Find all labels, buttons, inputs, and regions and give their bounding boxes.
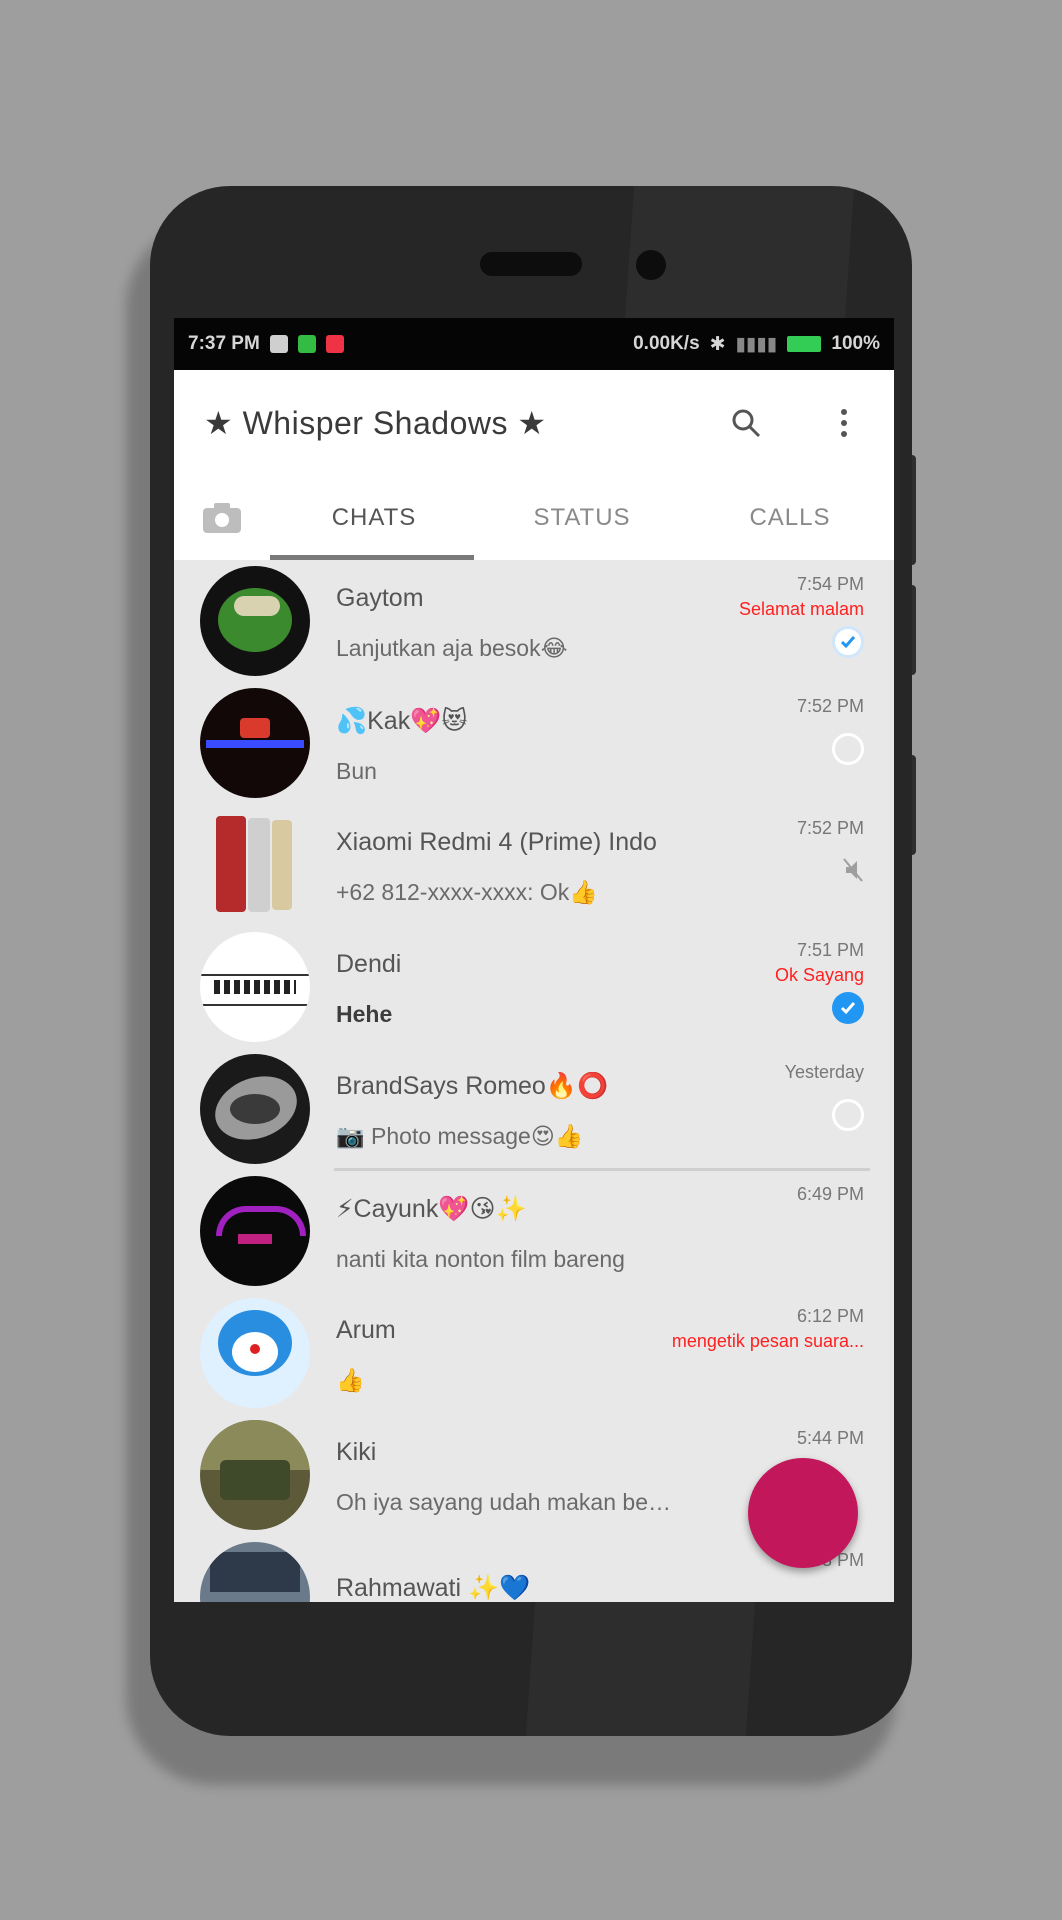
avatar bbox=[200, 932, 310, 1042]
chat-typing-text: Ok Sayang bbox=[774, 965, 864, 985]
chat-time: 7:52 PM bbox=[796, 696, 864, 716]
chat-name: Rahmawati ✨💙 bbox=[336, 1573, 531, 1602]
tab-calls[interactable]: CALLS bbox=[686, 504, 894, 532]
chat-typing-text: Selamat malam bbox=[738, 599, 864, 619]
chat-typing-text: mengetik pesan suara... bbox=[671, 1331, 864, 1351]
chat-name: Kiki bbox=[336, 1438, 377, 1466]
notification-icon-green bbox=[297, 335, 316, 353]
tab-bar: CHATS STATUS CALLS bbox=[174, 476, 894, 560]
chat-name: Gaytom bbox=[336, 584, 424, 612]
status-bar: 7:37 PM 0.00K/s ✱ ▮▮▮▮ 100% bbox=[174, 318, 894, 370]
front-camera bbox=[636, 250, 666, 280]
chat-row[interactable]: Xiaomi Redmi 4 (Prime) Indo +62 812-xxxx… bbox=[174, 804, 894, 926]
avatar bbox=[200, 810, 310, 920]
chat-message: Bun bbox=[336, 757, 377, 784]
chat-row[interactable]: 💦Kak💖😻 Bun 7:52 PM bbox=[174, 682, 894, 804]
screen: 7:37 PM 0.00K/s ✱ ▮▮▮▮ 100% ★ Whisper Sh… bbox=[174, 318, 894, 1602]
chat-name: Xiaomi Redmi 4 (Prime) Indo bbox=[336, 828, 657, 856]
check-badge-icon bbox=[832, 626, 864, 658]
network-speed: 0.00K/s bbox=[633, 333, 700, 354]
camera-icon bbox=[203, 503, 241, 533]
chat-message: +62 812-xxxx-xxxx: Ok👍 bbox=[336, 879, 598, 905]
chat-time: Yesterday bbox=[784, 1062, 864, 1082]
avatar bbox=[200, 688, 310, 798]
earpiece-speaker bbox=[480, 252, 582, 276]
notification-icon bbox=[269, 335, 288, 353]
chat-name: 💦Kak💖😻 bbox=[336, 706, 468, 735]
chat-name: ⚡Cayunk💖😘✨ bbox=[336, 1194, 527, 1223]
chat-row[interactable]: Arum 👍 6:12 PM mengetik pesan suara... bbox=[174, 1292, 894, 1414]
chat-row[interactable]: ⚡Cayunk💖😘✨ nanti kita nonton film bareng… bbox=[174, 1170, 894, 1292]
chat-time: 7:52 PM bbox=[796, 818, 864, 838]
chat-message: 👍 bbox=[336, 1367, 365, 1393]
chat-time: 6:49 PM bbox=[796, 1184, 864, 1204]
avatar bbox=[200, 1054, 310, 1164]
tab-status[interactable]: STATUS bbox=[478, 504, 686, 532]
unread-badge-icon bbox=[832, 733, 864, 765]
more-vert-icon[interactable] bbox=[824, 403, 864, 443]
tab-chats[interactable]: CHATS bbox=[270, 504, 478, 532]
chat-name: BrandSays Romeo🔥⭕ bbox=[336, 1072, 609, 1100]
chat-time: 7:54 PM bbox=[796, 574, 864, 594]
chat-message: Oh iya sayang udah makan belum🙂 bbox=[336, 1489, 676, 1515]
chat-name: Arum bbox=[336, 1316, 396, 1344]
avatar bbox=[200, 566, 310, 676]
chat-time: 5:44 PM bbox=[796, 1428, 864, 1448]
chat-name: Dendi bbox=[336, 950, 402, 978]
chat-time: 6:12 PM bbox=[796, 1306, 864, 1326]
chat-message: Lanjutkan aja besok😂 bbox=[336, 635, 568, 661]
chat-message: 📷 Photo message😍👍 bbox=[336, 1123, 584, 1149]
signal-icon: ▮▮▮▮ bbox=[735, 333, 778, 355]
app-title: ★ Whisper Shadows ★ bbox=[204, 405, 547, 441]
new-chat-button[interactable] bbox=[748, 1458, 858, 1568]
check-badge-icon bbox=[832, 992, 864, 1024]
chat-row[interactable]: Gaytom Lanjutkan aja besok😂 7:54 PM Sela… bbox=[174, 560, 894, 682]
chat-message: Hehe bbox=[336, 1001, 393, 1027]
avatar bbox=[200, 1420, 310, 1530]
bluetooth-icon: ✱ bbox=[709, 333, 726, 355]
tab-camera[interactable] bbox=[174, 501, 270, 535]
battery-icon bbox=[787, 336, 822, 352]
chat-row[interactable]: BrandSays Romeo🔥⭕ 📷 Photo message😍👍 Yest… bbox=[174, 1048, 894, 1170]
status-time: 7:37 PM bbox=[188, 333, 260, 354]
avatar bbox=[200, 1298, 310, 1408]
battery-level: 100% bbox=[831, 333, 880, 354]
unread-badge-icon bbox=[832, 1099, 864, 1131]
chat-time: 7:51 PM bbox=[796, 940, 864, 960]
search-icon[interactable] bbox=[726, 403, 766, 443]
avatar bbox=[200, 1542, 310, 1602]
avatar bbox=[200, 1176, 310, 1286]
chat-list: Gaytom Lanjutkan aja besok😂 7:54 PM Sela… bbox=[174, 560, 894, 1602]
muted-icon bbox=[842, 857, 864, 888]
notification-icon-red bbox=[325, 335, 344, 353]
chat-message: nanti kita nonton film bareng bbox=[336, 1245, 625, 1272]
chat-row[interactable]: Dendi Hehe 7:51 PM Ok Sayang bbox=[174, 926, 894, 1048]
app-bar: ★ Whisper Shadows ★ bbox=[174, 370, 894, 476]
